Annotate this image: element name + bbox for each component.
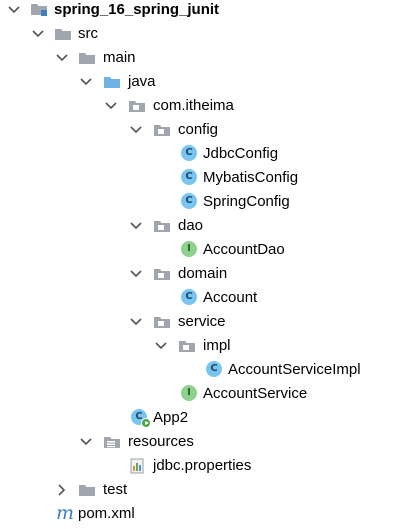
package-icon [153,266,171,282]
resources-folder-icon [103,434,121,450]
chevron-down-icon[interactable] [78,434,94,450]
tree-node-account-dao[interactable]: I AccountDao [0,238,409,262]
chevron-down-icon[interactable] [128,314,144,330]
tree-node-java[interactable]: java [0,70,409,94]
tree-node-account[interactable]: C Account [0,286,409,310]
properties-file-icon [128,458,146,474]
tree-node-account-service[interactable]: I AccountService [0,382,409,406]
tree-node-service[interactable]: service [0,310,409,334]
class-icon: C [181,289,197,305]
package-icon [153,218,171,234]
tree-node-label: resources [128,433,194,450]
tree-node-label: SpringConfig [203,193,290,210]
tree-node-mybatis-config[interactable]: C MybatisConfig [0,166,409,190]
project-tree: spring_16_spring_junit src main java com… [0,0,409,529]
tree-node-label: JdbcConfig [203,145,279,162]
class-icon: C [181,145,197,161]
tree-node-label: com.itheima [153,97,234,114]
folder-icon [78,50,96,66]
tree-node-label: jdbc.properties [153,457,252,474]
tree-node-label: AccountDao [203,241,285,258]
chevron-down-icon[interactable] [128,266,144,282]
tree-node-app2[interactable]: C App2 [0,406,409,430]
maven-icon: m [56,502,75,524]
chevron-down-icon[interactable] [128,122,144,138]
tree-node-account-service-impl[interactable]: C AccountServiceImpl [0,358,409,382]
class-icon: C [181,193,197,209]
tree-node-jdbc-properties[interactable]: jdbc.properties [0,454,409,478]
tree-node-label: config [178,121,219,138]
chevron-down-icon[interactable] [103,98,119,114]
tree-node-label: Account [203,289,258,306]
chevron-down-icon[interactable] [128,218,144,234]
tree-node-dao[interactable]: dao [0,214,409,238]
package-icon [128,98,146,114]
folder-icon [78,482,96,498]
tree-node-impl[interactable]: impl [0,334,409,358]
tree-node-label: MybatisConfig [203,169,299,186]
chevron-down-icon[interactable] [6,2,22,18]
tree-node-resources[interactable]: resources [0,430,409,454]
chevron-down-icon[interactable] [30,26,46,42]
tree-node-label: test [103,481,128,498]
package-icon [153,122,171,138]
package-icon [178,338,196,354]
chevron-down-icon[interactable] [78,74,94,90]
tree-node-label: java [128,73,156,90]
chevron-right-icon[interactable] [54,482,70,498]
chevron-down-icon[interactable] [54,50,70,66]
class-icon: C [181,169,197,185]
tree-node-label: src [78,25,98,42]
tree-node-package[interactable]: com.itheima [0,94,409,118]
tree-node-domain[interactable]: domain [0,262,409,286]
tree-node-label: App2 [153,409,189,426]
class-icon: C [206,361,222,377]
interface-icon: I [181,385,197,401]
tree-node-label: domain [178,265,228,282]
interface-icon: I [181,241,197,257]
tree-node-label: service [178,313,226,330]
tree-node-main[interactable]: main [0,46,409,70]
tree-node-label: impl [203,337,231,354]
tree-node-label: AccountService [203,385,308,402]
module-folder-icon [30,1,48,17]
tree-node-pom[interactable]: m pom.xml [0,502,409,526]
tree-node-spring-config[interactable]: C SpringConfig [0,190,409,214]
tree-node-config[interactable]: config [0,118,409,142]
package-icon [153,314,171,330]
tree-node-label: pom.xml [78,505,135,522]
tree-node-label: dao [178,217,204,234]
tree-node-jdbc-config[interactable]: C JdbcConfig [0,142,409,166]
tree-node-test[interactable]: test [0,478,409,502]
tree-node-src[interactable]: src [0,22,409,46]
folder-icon [54,26,72,42]
tree-node-label: main [103,49,136,66]
source-folder-icon [103,74,121,90]
tree-node-project[interactable]: spring_16_spring_junit [0,0,409,24]
tree-node-label: AccountServiceImpl [228,361,361,378]
tree-node-label: spring_16_spring_junit [54,1,220,18]
run-badge-icon [141,418,151,428]
chevron-down-icon[interactable] [153,338,169,354]
